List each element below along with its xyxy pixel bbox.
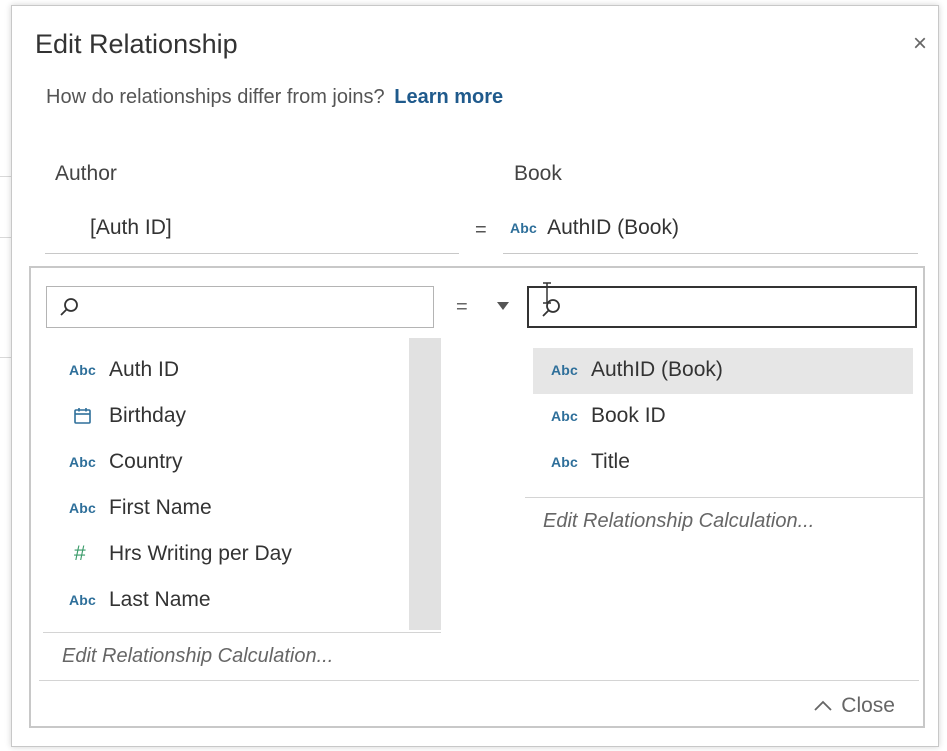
- field-label: Hrs Writing per Day: [109, 542, 292, 565]
- string-type-icon: Abc: [551, 408, 579, 424]
- learn-more-link[interactable]: Learn more: [394, 86, 503, 108]
- string-type-icon: Abc: [69, 592, 97, 608]
- close-label: Close: [841, 694, 895, 717]
- close-button[interactable]: Close: [813, 694, 895, 718]
- left-list-divider: [43, 632, 441, 633]
- right-table-name: Book: [514, 162, 562, 185]
- left-field-item[interactable]: Birthday: [69, 396, 186, 436]
- background-divider: [0, 176, 11, 177]
- field-label: Auth ID: [109, 358, 180, 381]
- background-divider: [0, 357, 11, 358]
- number-type-icon: #: [74, 542, 86, 565]
- right-field-item[interactable]: Abc Title: [551, 442, 630, 482]
- relationship-help-text: How do relationships differ from joins? …: [46, 86, 503, 109]
- field-label: Last Name: [109, 588, 211, 611]
- close-icon[interactable]: ×: [908, 32, 932, 56]
- left-table-name: Author: [55, 162, 117, 185]
- field-label: AuthID (Book): [591, 358, 723, 381]
- left-field-item[interactable]: # Hrs Writing per Day: [69, 534, 292, 574]
- left-field-search[interactable]: [46, 286, 434, 328]
- relationship-clause-editor: = Abc Auth ID Birthday Abc Country Abc F…: [29, 266, 925, 728]
- text-cursor-icon: [543, 282, 551, 304]
- string-type-icon: Abc: [551, 362, 579, 378]
- left-field-label: [Auth ID]: [90, 216, 172, 239]
- operator-dropdown-icon[interactable]: [497, 302, 509, 310]
- clause-operator: =: [456, 296, 468, 318]
- right-field-search[interactable]: [527, 286, 917, 328]
- left-field-item[interactable]: Abc Last Name: [69, 580, 211, 620]
- right-field-item[interactable]: Abc Book ID: [551, 396, 666, 436]
- relationship-operator: =: [475, 219, 487, 241]
- dialog-title: Edit Relationship: [35, 29, 238, 59]
- string-type-icon: Abc: [551, 454, 579, 470]
- left-search-input[interactable]: [89, 293, 423, 321]
- field-label: Book ID: [591, 404, 666, 427]
- search-icon: [60, 298, 78, 316]
- edit-relationship-dialog: Edit Relationship × How do relationships…: [11, 5, 939, 747]
- chevron-up-icon: [814, 700, 832, 711]
- right-list-divider: [525, 497, 923, 498]
- right-search-input[interactable]: [571, 294, 905, 322]
- left-relationship-field[interactable]: [Auth ID]: [45, 204, 459, 254]
- left-field-item[interactable]: Abc First Name: [69, 488, 212, 528]
- right-edit-calculation-link[interactable]: Edit Relationship Calculation...: [543, 510, 814, 533]
- right-field-item-selected[interactable]: Abc AuthID (Book): [551, 350, 723, 390]
- field-label: Title: [591, 450, 630, 473]
- help-question: How do relationships differ from joins?: [46, 86, 385, 108]
- background-divider: [0, 237, 11, 238]
- date-type-icon: [74, 408, 91, 424]
- right-field-label: AuthID (Book): [547, 216, 679, 239]
- footer-divider: [39, 680, 919, 681]
- left-field-item[interactable]: Abc Country: [69, 442, 183, 482]
- left-edit-calculation-link[interactable]: Edit Relationship Calculation...: [62, 645, 333, 668]
- string-type-icon: Abc: [69, 500, 97, 516]
- field-label: First Name: [109, 496, 212, 519]
- field-label: Country: [109, 450, 183, 473]
- right-relationship-field[interactable]: Abc AuthID (Book): [503, 204, 918, 254]
- string-type-icon: Abc: [510, 220, 538, 236]
- field-label: Birthday: [109, 404, 187, 427]
- string-type-icon: Abc: [69, 454, 97, 470]
- left-field-item[interactable]: Abc Auth ID: [69, 350, 179, 390]
- left-list-scrollbar[interactable]: [409, 338, 441, 630]
- string-type-icon: Abc: [69, 362, 97, 378]
